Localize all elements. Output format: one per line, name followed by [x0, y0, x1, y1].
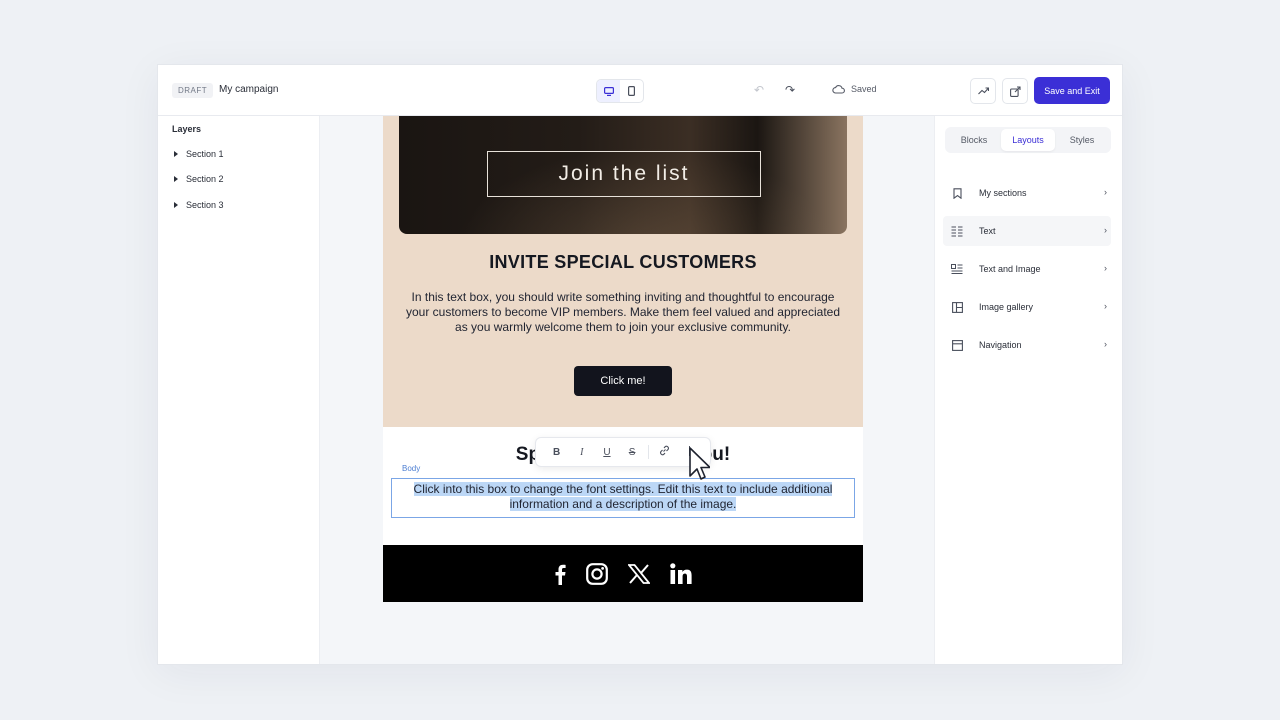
campaign-name[interactable]: My campaign	[219, 84, 278, 95]
analytics-button[interactable]	[970, 78, 996, 104]
redo-button[interactable]: ↷	[785, 83, 795, 97]
undo-icon: ↶	[754, 83, 765, 97]
gallery-icon	[951, 301, 963, 313]
cloud-check-icon	[832, 85, 845, 94]
invite-heading[interactable]: INVITE SPECIAL CUSTOMERS	[383, 252, 863, 273]
italic-button[interactable]: I	[569, 447, 594, 458]
trend-icon	[977, 87, 989, 95]
tab-blocks[interactable]: Blocks	[947, 129, 1001, 151]
share-icon	[1009, 85, 1021, 97]
blocks-panel: Blocks Layouts Styles My sections › Text…	[934, 116, 1122, 664]
caret-right-icon[interactable]	[174, 202, 178, 208]
caret-right-icon[interactable]	[174, 176, 178, 182]
layout-my-sections[interactable]: My sections ›	[943, 178, 1111, 208]
layer-section-1[interactable]: Section 1	[174, 149, 224, 159]
text-lines-icon	[951, 225, 963, 237]
cta-button[interactable]: Click me!	[574, 366, 672, 396]
selected-text-line-1: Click into this box to change the font s…	[413, 482, 833, 496]
mouse-cursor-icon	[689, 447, 710, 480]
caret-right-icon[interactable]	[174, 151, 178, 157]
layers-panel: Layers Section 1 Section 2 Section 3	[158, 116, 320, 664]
block-type-tag: Body	[402, 464, 421, 473]
hero-section[interactable]: Join the list INVITE SPECIAL CUSTOMERS I…	[383, 116, 863, 427]
device-toggle	[596, 79, 644, 103]
link-icon	[659, 445, 669, 456]
layer-section-3[interactable]: Section 3	[174, 200, 224, 210]
hero-image[interactable]: Join the list	[399, 116, 847, 234]
strikethrough-button[interactable]: S	[620, 447, 645, 458]
mobile-icon	[628, 86, 635, 96]
linkedin-icon[interactable]	[670, 563, 692, 584]
layout-text[interactable]: Text ›	[943, 216, 1111, 246]
text-image-icon	[951, 263, 963, 275]
email-preview: Join the list INVITE SPECIAL CUSTOMERS I…	[383, 116, 863, 602]
mobile-view-button[interactable]	[620, 80, 643, 102]
navigation-icon	[951, 339, 963, 351]
editor-canvas[interactable]: Join the list INVITE SPECIAL CUSTOMERS I…	[320, 116, 934, 664]
save-status: Saved	[832, 84, 877, 94]
status-badge: DRAFT	[172, 83, 214, 98]
underline-button[interactable]: U	[594, 447, 619, 458]
undo-button[interactable]: ↶	[754, 83, 764, 97]
selected-text-block[interactable]: Click into this box to change the font s…	[391, 478, 855, 573]
text-format-toolbar: B I U S	[535, 437, 711, 467]
email-editor-window: DRAFT My campaign ↶ ↷ Saved Save and Exi…	[157, 64, 1123, 665]
layout-image-gallery[interactable]: Image gallery ›	[943, 292, 1111, 322]
hero-banner-text: Join the list	[487, 151, 761, 197]
instagram-icon[interactable]	[586, 562, 608, 585]
layers-title: Layers	[172, 124, 202, 134]
selected-text-line-2: information and a description of the ima…	[509, 497, 737, 512]
link-button[interactable]	[652, 445, 677, 459]
tab-layouts[interactable]: Layouts	[1001, 129, 1055, 151]
panel-tabs: Blocks Layouts Styles	[945, 127, 1111, 153]
layer-label: Section 1	[186, 149, 224, 159]
chevron-right-icon: ›	[1104, 339, 1107, 349]
layer-section-2[interactable]: Section 2	[174, 174, 224, 184]
layer-label: Section 3	[186, 200, 224, 210]
bookmark-icon	[951, 187, 963, 199]
text-section[interactable]: Spe ou! B I U S Body Click into this box…	[383, 427, 863, 573]
save-and-exit-button[interactable]: Save and Exit	[1034, 77, 1110, 104]
invite-body-text[interactable]: In this text box, you should write somet…	[403, 290, 843, 336]
chevron-right-icon: ›	[1104, 187, 1107, 197]
bold-button[interactable]: B	[544, 447, 569, 458]
top-bar: DRAFT My campaign ↶ ↷ Saved Save and Exi…	[158, 65, 1122, 116]
tab-styles[interactable]: Styles	[1055, 129, 1109, 151]
desktop-icon	[603, 86, 614, 96]
desktop-view-button[interactable]	[597, 80, 620, 102]
chevron-right-icon: ›	[1104, 225, 1107, 235]
facebook-icon[interactable]	[554, 563, 566, 585]
preview-send-button[interactable]	[1002, 78, 1028, 104]
x-icon[interactable]	[628, 563, 650, 584]
layout-text-and-image[interactable]: Text and Image ›	[943, 254, 1111, 284]
saved-label: Saved	[851, 84, 877, 94]
chevron-right-icon: ›	[1104, 301, 1107, 311]
layer-label: Section 2	[186, 174, 224, 184]
social-footer	[383, 545, 863, 602]
chevron-right-icon: ›	[1104, 263, 1107, 273]
redo-icon: ↷	[785, 83, 796, 97]
layout-navigation[interactable]: Navigation ›	[943, 330, 1111, 360]
